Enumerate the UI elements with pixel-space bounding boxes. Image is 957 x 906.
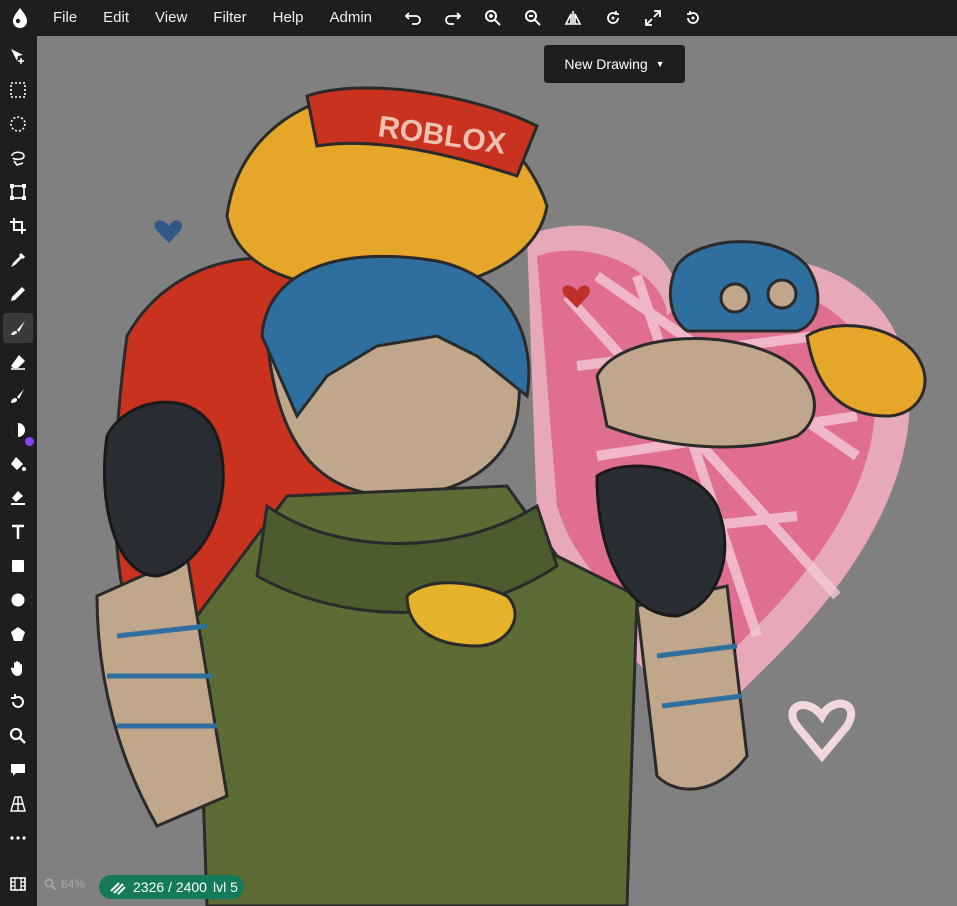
fill-icon[interactable]: [3, 449, 33, 479]
perspective-icon[interactable]: [3, 789, 33, 819]
menu-file[interactable]: File: [40, 0, 90, 36]
reset-rotate-icon[interactable]: [673, 0, 713, 36]
hand-icon[interactable]: [3, 653, 33, 683]
ellipse-select-icon[interactable]: [3, 109, 33, 139]
text-icon[interactable]: [3, 517, 33, 547]
flip-icon[interactable]: [553, 0, 593, 36]
app-logo-icon[interactable]: [0, 0, 40, 36]
menu-bar: File Edit View Filter Help Admin: [0, 0, 957, 36]
move-tool-icon[interactable]: [3, 41, 33, 71]
filmstrip-icon[interactable]: [3, 869, 33, 899]
rotate-icon[interactable]: [593, 0, 633, 36]
menu-help[interactable]: Help: [260, 0, 317, 36]
zoom-out-icon[interactable]: [513, 0, 553, 36]
more-icon[interactable]: [3, 823, 33, 853]
transform-icon[interactable]: [3, 177, 33, 207]
caret-down-icon: ▼: [655, 59, 665, 69]
menu-view[interactable]: View: [142, 0, 200, 36]
pen-icon[interactable]: [3, 279, 33, 309]
zoom-indicator[interactable]: 84%: [44, 877, 85, 891]
comment-icon[interactable]: [3, 755, 33, 785]
fullscreen-icon[interactable]: [633, 0, 673, 36]
brush-strokes-icon: [110, 882, 126, 895]
smudge-icon[interactable]: [3, 381, 33, 411]
new-drawing-button[interactable]: New Drawing ▼: [544, 45, 685, 83]
gradient-icon[interactable]: [3, 483, 33, 513]
new-drawing-label: New Drawing: [564, 56, 648, 72]
tool-panel: [0, 36, 37, 906]
artwork-image: ROBLOX: [95, 86, 927, 906]
rect-select-icon[interactable]: [3, 75, 33, 105]
drawing-canvas[interactable]: ROBLOX New Drawing ▼: [37, 36, 957, 906]
magnifier-icon: [44, 878, 57, 890]
lasso-icon[interactable]: [3, 143, 33, 173]
menu-filter[interactable]: Filter: [200, 0, 259, 36]
menu-edit[interactable]: Edit: [90, 0, 142, 36]
zoom-in-icon[interactable]: [473, 0, 513, 36]
eraser-icon[interactable]: [3, 347, 33, 377]
zoom-label: 84%: [61, 877, 86, 891]
undo-icon[interactable]: [393, 0, 433, 36]
zoom-tool-icon[interactable]: [3, 721, 33, 751]
shape-icon[interactable]: [3, 619, 33, 649]
crop-icon[interactable]: [3, 211, 33, 241]
level-progress-text: 2326 / 2400: [133, 879, 207, 895]
color-badge: [25, 437, 34, 446]
rectangle-icon[interactable]: [3, 551, 33, 581]
rotate-view-icon[interactable]: [3, 687, 33, 717]
ellipse-icon[interactable]: [3, 585, 33, 615]
level-label: lvl 5: [212, 879, 238, 895]
eyedropper-icon[interactable]: [3, 245, 33, 275]
brush-icon[interactable]: [3, 313, 33, 343]
redo-icon[interactable]: [433, 0, 473, 36]
menu-admin[interactable]: Admin: [316, 0, 385, 36]
level-progress-badge[interactable]: 2326 / 2400 lvl 5: [99, 875, 244, 899]
